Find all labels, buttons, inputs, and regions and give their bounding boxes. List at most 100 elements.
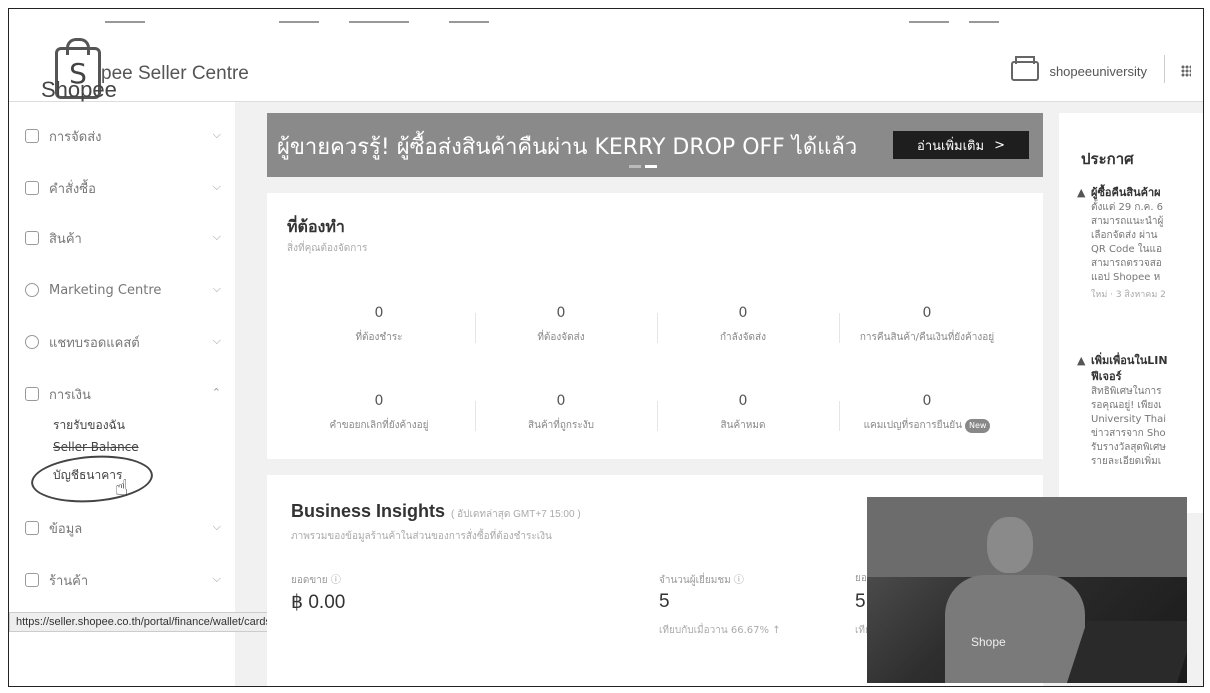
new-badge: New: [964, 419, 991, 433]
sidebar-item-label: สินค้า: [49, 231, 82, 247]
metric-sales-label[interactable]: ยอดขาย ⓘ: [291, 571, 341, 588]
sidebar-item-products[interactable]: สินค้า ⌵: [25, 226, 221, 250]
clipboard-icon: [25, 181, 39, 195]
shirt-logo-text: Shope: [971, 635, 1006, 649]
shopee-logo-text: Shopee: [41, 77, 117, 102]
announcements-title: ประกาศ: [1081, 150, 1134, 168]
tag-icon: [25, 283, 39, 297]
announcement-line: สามารถตรวจสอ: [1091, 258, 1162, 269]
header-divider: [1164, 55, 1165, 83]
sidebar-item-label: Marketing Centre: [49, 282, 162, 298]
sidebar-sub-seller-balance[interactable]: Seller Balance: [53, 440, 139, 454]
todo-label: สินค้าหมด: [720, 420, 766, 431]
sidebar-item-shop[interactable]: ร้านค้า ⌵: [25, 568, 221, 592]
status-url-bar: https://seller.shopee.co.th/portal/finan…: [9, 612, 278, 632]
announcement-item[interactable]: ▲ ผู้ซื้อคืนสินค้าผ ตั้งแต่ 29 ก.ค. 6 สาม…: [1077, 185, 1203, 301]
laptop: [1066, 621, 1187, 683]
todo-count: 0: [922, 393, 932, 409]
sidebar-item-orders[interactable]: คำสั่งซื้อ ⌵: [25, 176, 221, 200]
presenter-video-overlay: Shope: [867, 497, 1187, 683]
announcement-item[interactable]: ▲ เพิ่มเพื่อนในLIN ฟีเจอร์ สิทธิพิเศษในกา…: [1077, 353, 1203, 469]
top-header: S pee Seller Centre shopeeuniversity: [9, 37, 1203, 102]
flame-icon: ▲: [1077, 186, 1086, 199]
todo-returns[interactable]: 0 การคืนสินค้า/คืนเงินที่ยังค้างอยู่: [847, 305, 1007, 345]
chevron-down-icon: ⌵: [212, 520, 221, 533]
insights-title-text: Business Insights: [291, 501, 446, 521]
read-more-button[interactable]: อ่านเพิ่มเติม >: [893, 131, 1029, 159]
todo-to-ship[interactable]: 0 ที่ต้องจัดส่ง: [481, 305, 641, 345]
shop-icon: [1011, 56, 1040, 81]
announcement-line: แอป Shopee ห: [1091, 272, 1161, 283]
sidebar-item-shipping[interactable]: การจัดส่ง ⌵: [25, 124, 221, 148]
todo-campaigns[interactable]: 0 แคมเปญที่รอการยืนยัน New: [847, 393, 1007, 433]
announcement-line: เลือกจัดส่ง ผ่าน: [1091, 230, 1158, 241]
chevron-down-icon: ⌵: [212, 282, 221, 295]
announcement-line: สามารถแนะนำผู้: [1091, 216, 1164, 227]
todo-to-pay[interactable]: 0 ที่ต้องชำระ: [299, 305, 459, 345]
todo-count: 0: [374, 305, 384, 321]
presenter-figure: [945, 575, 1085, 683]
todo-banned-products[interactable]: 0 สินค้าที่ถูกระงับ: [481, 393, 641, 433]
todo-count: 0: [922, 305, 932, 321]
announcement-line: ตั้งแต่ 29 ก.ค. 6: [1091, 202, 1164, 213]
sidebar-item-label: ร้านค้า: [49, 573, 89, 589]
sidebar-item-label: ข้อมูล: [49, 521, 83, 537]
todo-count: 0: [374, 393, 384, 409]
todo-label: กำลังจัดส่ง: [719, 332, 767, 343]
app-title[interactable]: pee Seller Centre: [101, 63, 249, 85]
announcement-banner[interactable]: ผู้ขายควรรู้! ผู้ซื้อส่งสินค้าคืนผ่าน KE…: [267, 113, 1043, 177]
hand-cursor-icon: ☝: [115, 476, 129, 501]
todo-label: คำขอยกเลิกที่ยังค้างอยู่: [329, 420, 429, 431]
todo-shipping[interactable]: 0 กำลังจัดส่ง: [663, 305, 823, 345]
todo-count: 0: [738, 393, 748, 409]
chevron-down-icon: ⌵: [212, 180, 221, 193]
chevron-down-icon: ⌵: [212, 230, 221, 243]
todo-label-text: แคมเปญที่รอการยืนยัน: [863, 420, 962, 431]
store-icon: [25, 573, 39, 587]
todo-cancel-requests[interactable]: 0 คำขอยกเลิกที่ยังค้างอยู่: [299, 393, 459, 433]
screenshot-frame: S pee Seller Centre shopeeuniversity การ…: [8, 8, 1204, 687]
sidebar-item-label: แชทบรอดแคสต์: [49, 335, 140, 351]
banner-text: ผู้ขายควรรู้! ผู้ซื้อส่งสินค้าคืนผ่าน KE…: [277, 135, 858, 160]
todo-card: ที่ต้องทำ สิ่งที่คุณต้องจัดการ 0 ที่ต้อง…: [267, 193, 1043, 459]
todo-label: ที่ต้องจัดส่ง: [537, 332, 585, 343]
todo-count: 0: [738, 305, 748, 321]
announcement-line: สิทธิพิเศษในการ: [1091, 386, 1162, 397]
users-icon: [25, 335, 39, 349]
insights-subtitle: ภาพรวมของข้อมูลร้านค้าในส่วนของการสั่งซื…: [291, 531, 552, 542]
box-icon: [25, 231, 39, 245]
insights-updated: ( อัปเดทล่าสุด GMT+7 15:00 ): [451, 509, 581, 520]
metric-visitors-label[interactable]: จำนวนผู้เยี่ยมชม ⓘ: [659, 571, 744, 588]
metric-sales-value: ฿ 0.00: [291, 592, 346, 613]
announcement-head-2: ฟีเจอร์: [1091, 370, 1122, 383]
insights-title: Business Insights ( อัปเดทล่าสุด GMT+7 15…: [291, 501, 581, 522]
browser-top-band: [9, 9, 1203, 37]
sidebar-sub-my-income[interactable]: รายรับของฉัน: [53, 416, 125, 435]
sidebar-item-label: การเงิน: [49, 387, 91, 403]
chevron-down-icon: ⌵: [212, 334, 221, 347]
apps-grid-icon[interactable]: [1181, 65, 1191, 77]
announcement-line: ข่าวสารจาก Sho: [1091, 428, 1166, 439]
username[interactable]: shopeeuniversity: [1049, 64, 1147, 79]
todo-sold-out[interactable]: 0 สินค้าหมด: [663, 393, 823, 433]
chevron-right-icon: >: [994, 137, 1005, 153]
announcements-panel: ประกาศ ▲ ผู้ซื้อคืนสินค้าผ ตั้งแต่ 29 ก.ค…: [1059, 113, 1203, 513]
sidebar-item-data[interactable]: ข้อมูล ⌵: [25, 516, 221, 540]
carousel-dots[interactable]: [629, 165, 657, 168]
chevron-up-icon: ⌃: [211, 386, 221, 399]
todo-label: สินค้าที่ถูกระงับ: [528, 420, 594, 431]
announcement-head: ผู้ซื้อคืนสินค้าผ: [1091, 186, 1161, 199]
announcement-line: รอคุณอยู่! เพียงเ: [1091, 400, 1162, 411]
sidebar-item-label: คำสั่งซื้อ: [49, 181, 96, 197]
announcement-line: รายละเอียดเพิ่มเ: [1091, 456, 1162, 467]
todo-subtitle: สิ่งที่คุณต้องจัดการ: [287, 243, 368, 254]
announcement-head: เพิ่มเพื่อนในLIN: [1091, 354, 1168, 367]
user-menu[interactable]: shopeeuniversity: [1011, 56, 1147, 81]
sidebar-item-marketing[interactable]: Marketing Centre ⌵: [25, 278, 221, 302]
metric-visitors-value: 5: [659, 591, 670, 612]
chevron-down-icon: ⌵: [212, 128, 221, 141]
sidebar-item-finance[interactable]: การเงิน ⌃: [25, 382, 221, 406]
sidebar-item-broadcast[interactable]: แชทบรอดแคสต์ ⌵: [25, 330, 221, 354]
todo-label: ที่ต้องชำระ: [355, 332, 403, 343]
truck-icon: [25, 129, 39, 143]
